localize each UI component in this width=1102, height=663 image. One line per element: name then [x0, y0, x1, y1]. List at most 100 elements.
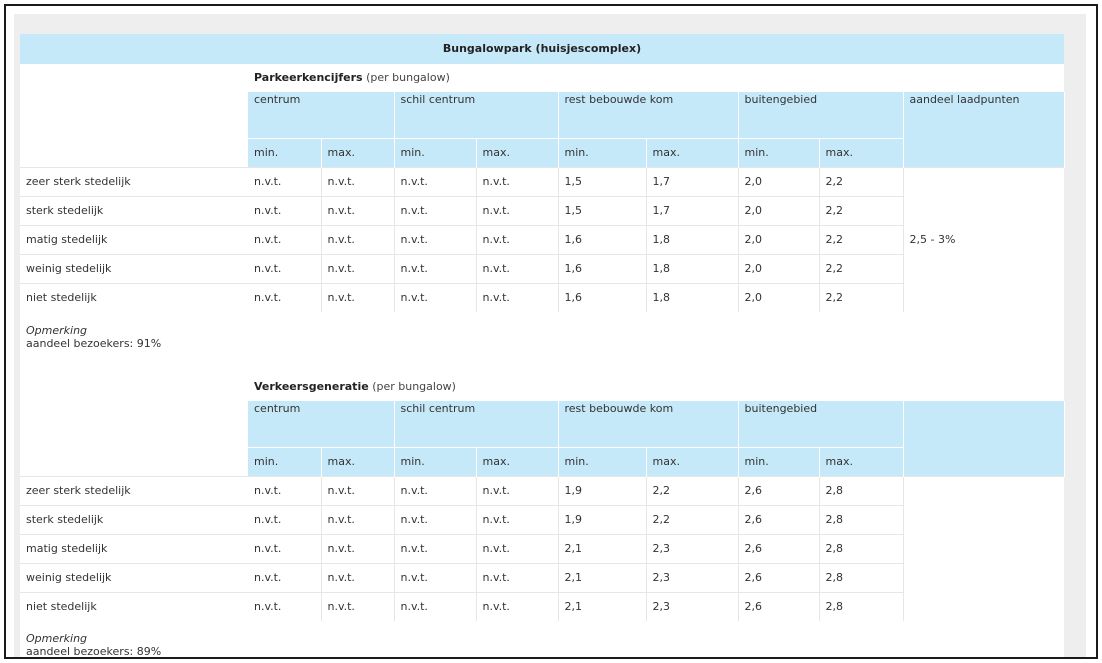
col-header-centrum: centrum [248, 92, 395, 138]
row-label-header-empty [20, 373, 248, 401]
cell: 1,9 [558, 504, 647, 534]
col-min: min. [738, 446, 820, 476]
cell: 2,3 [646, 533, 739, 563]
cell: 2,2 [819, 282, 904, 312]
cell: 2,8 [819, 533, 904, 563]
cell: 2,0 [738, 195, 820, 225]
col-min: min. [248, 137, 322, 167]
row-label: matig stedelijk [20, 533, 248, 563]
section-subtitle: (per bungalow) [372, 380, 456, 393]
section-title: Parkeerkencijfers [254, 71, 363, 84]
cell: n.v.t. [476, 224, 559, 254]
cell: n.v.t. [394, 195, 477, 225]
content-panel: Bungalowpark (huisjescomplex) Parkeerken… [20, 34, 1065, 658]
cell: 2,2 [819, 195, 904, 225]
share-cell: 2,5 - 3% [902, 166, 1065, 312]
cell: n.v.t. [248, 282, 322, 312]
cell: 2,3 [646, 562, 739, 592]
cell: 2,6 [738, 504, 820, 534]
verkeer-remark: Opmerking aandeel bezoekers: 89% [26, 632, 162, 658]
cell: n.v.t. [321, 475, 395, 505]
parkeer-table: Parkeerkencijfers (per bungalow) centrum… [20, 64, 1065, 312]
cell: 1,8 [646, 224, 739, 254]
col-min: min. [394, 446, 477, 476]
col-header-schil-centrum: schil centrum [394, 401, 559, 447]
cell: n.v.t. [248, 533, 322, 563]
col-header-empty [903, 401, 1065, 476]
row-label-header-empty [20, 64, 248, 92]
cell: 2,1 [558, 562, 647, 592]
col-header-rest-bebouwde-kom: rest bebouwde kom [558, 92, 739, 138]
cell: 2,6 [738, 591, 820, 621]
cell: n.v.t. [321, 224, 395, 254]
cell: n.v.t. [476, 533, 559, 563]
cell: n.v.t. [476, 475, 559, 505]
cell: 2,3 [646, 591, 739, 621]
cell: 1,7 [646, 195, 739, 225]
remark-text: aandeel bezoekers: 91% [26, 337, 162, 350]
col-max: max. [646, 446, 739, 476]
col-max: max. [819, 137, 904, 167]
col-header-buitengebied: buitengebied [738, 92, 904, 138]
cell: 2,8 [819, 562, 904, 592]
cell: 1,9 [558, 475, 647, 505]
cell: 2,0 [738, 282, 820, 312]
cell: 1,8 [646, 282, 739, 312]
cell: n.v.t. [394, 504, 477, 534]
cell: 2,2 [646, 504, 739, 534]
remark-text: aandeel bezoekers: 89% [26, 645, 162, 658]
cell: 2,2 [646, 475, 739, 505]
row-label: sterk stedelijk [20, 504, 248, 534]
col-min: min. [394, 137, 477, 167]
row-label: weinig stedelijk [20, 253, 248, 283]
cell: 1,5 [558, 166, 647, 196]
cell: n.v.t. [476, 166, 559, 196]
row-label: niet stedelijk [20, 591, 248, 621]
col-min: min. [558, 137, 647, 167]
cell: 1,7 [646, 166, 739, 196]
row-label: zeer sterk stedelijk [20, 166, 248, 196]
cell: n.v.t. [321, 166, 395, 196]
cell: n.v.t. [476, 504, 559, 534]
cell: 1,6 [558, 253, 647, 283]
section-heading: Parkeerkencijfers (per bungalow) [248, 64, 1064, 92]
row-label: weinig stedelijk [20, 562, 248, 592]
cell: 1,6 [558, 224, 647, 254]
col-max: max. [476, 446, 559, 476]
cell: n.v.t. [394, 562, 477, 592]
col-max: max. [321, 446, 395, 476]
cell: n.v.t. [476, 562, 559, 592]
cell: n.v.t. [248, 475, 322, 505]
section-title: Verkeersgeneratie [254, 380, 369, 393]
col-header-buitengebied: buitengebied [738, 401, 904, 447]
col-min: min. [558, 446, 647, 476]
row-label: sterk stedelijk [20, 195, 248, 225]
cell: 1,5 [558, 195, 647, 225]
cell: n.v.t. [321, 562, 395, 592]
cell: n.v.t. [248, 224, 322, 254]
cell: n.v.t. [321, 533, 395, 563]
cell: 2,6 [738, 533, 820, 563]
cell: 2,1 [558, 533, 647, 563]
cell: n.v.t. [476, 253, 559, 283]
cell: n.v.t. [394, 282, 477, 312]
cell: 2,2 [819, 166, 904, 196]
empty-share-cell [902, 475, 1065, 621]
row-label: niet stedelijk [20, 282, 248, 312]
cell: n.v.t. [476, 195, 559, 225]
cell: 2,1 [558, 591, 647, 621]
col-header-centrum: centrum [248, 401, 395, 447]
cell: n.v.t. [248, 504, 322, 534]
cell: n.v.t. [394, 591, 477, 621]
col-header-schil-centrum: schil centrum [394, 92, 559, 138]
cell: n.v.t. [321, 253, 395, 283]
cell: 2,2 [819, 253, 904, 283]
remark-title: Opmerking [26, 632, 88, 645]
col-min: min. [248, 446, 322, 476]
col-max: max. [646, 137, 739, 167]
cell: n.v.t. [321, 591, 395, 621]
cell: n.v.t. [394, 166, 477, 196]
col-max: max. [321, 137, 395, 167]
cell: 1,6 [558, 282, 647, 312]
cell: 2,0 [738, 166, 820, 196]
